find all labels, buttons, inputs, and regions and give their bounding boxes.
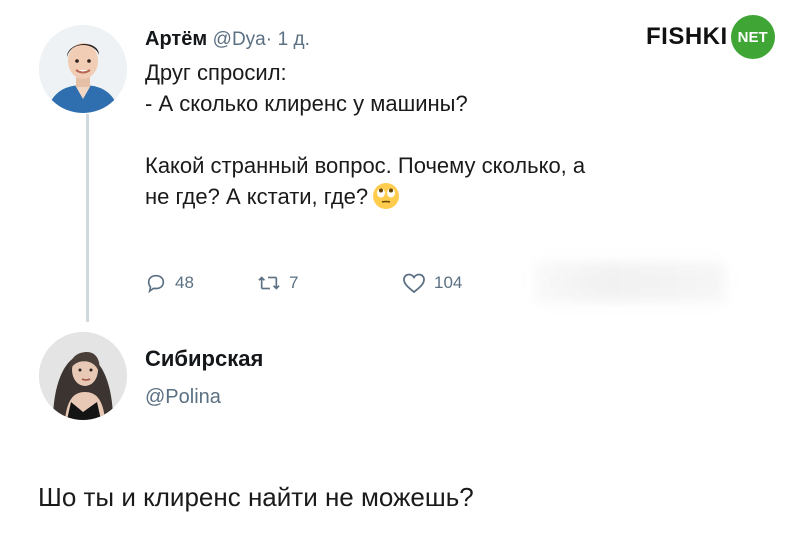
- blurred-area: [535, 262, 725, 302]
- retweet-button[interactable]: 7: [257, 266, 298, 300]
- tweet-line: Какой странный вопрос. Почему сколько, а: [145, 153, 586, 178]
- man-avatar-icon: [39, 25, 127, 113]
- fishki-logo: FISHKI NET: [646, 15, 775, 59]
- reply-text: Шо ты и клиренс найти не можешь?: [38, 482, 474, 512]
- reply-user-name[interactable]: Сибирская: [145, 344, 263, 374]
- logo-word: FISHKI: [646, 23, 728, 50]
- like-count: 104: [434, 273, 463, 292]
- author-avatar[interactable]: [39, 25, 127, 113]
- tweet-actions: 48 7 104: [145, 266, 525, 300]
- thread-connector-line: [86, 114, 89, 322]
- reply-icon: [147, 274, 165, 294]
- header-separator: ·: [265, 29, 273, 50]
- reply-user-handle[interactable]: @Polina: [145, 382, 263, 412]
- tweet-line: Друг спросил:: [145, 60, 287, 85]
- woman-avatar-icon: [39, 332, 127, 420]
- retweet-icon: [258, 276, 280, 290]
- like-button[interactable]: 104: [402, 266, 462, 300]
- reply-count: 48: [175, 273, 194, 292]
- tweet-text: Друг спросил: - А сколько клиренс у маши…: [145, 57, 765, 218]
- reply-user-info: Сибирская @Polina: [145, 344, 263, 412]
- logo-badge: NET: [730, 15, 775, 59]
- tweet-timestamp[interactable]: 1 д.: [278, 29, 310, 50]
- author-name[interactable]: Артём: [145, 28, 207, 50]
- tweet-line: - А сколько клиренс у машины?: [145, 91, 468, 116]
- author-handle[interactable]: @Dya: [213, 29, 266, 50]
- retweet-count: 7: [289, 273, 299, 292]
- tweet-line: не где? А кстати, где?: [145, 184, 369, 209]
- reply-user-avatar[interactable]: [39, 332, 127, 420]
- heart-icon: [403, 273, 425, 294]
- face-with-rolling-eyes-icon: [372, 182, 400, 218]
- reply-button[interactable]: 48: [145, 266, 194, 300]
